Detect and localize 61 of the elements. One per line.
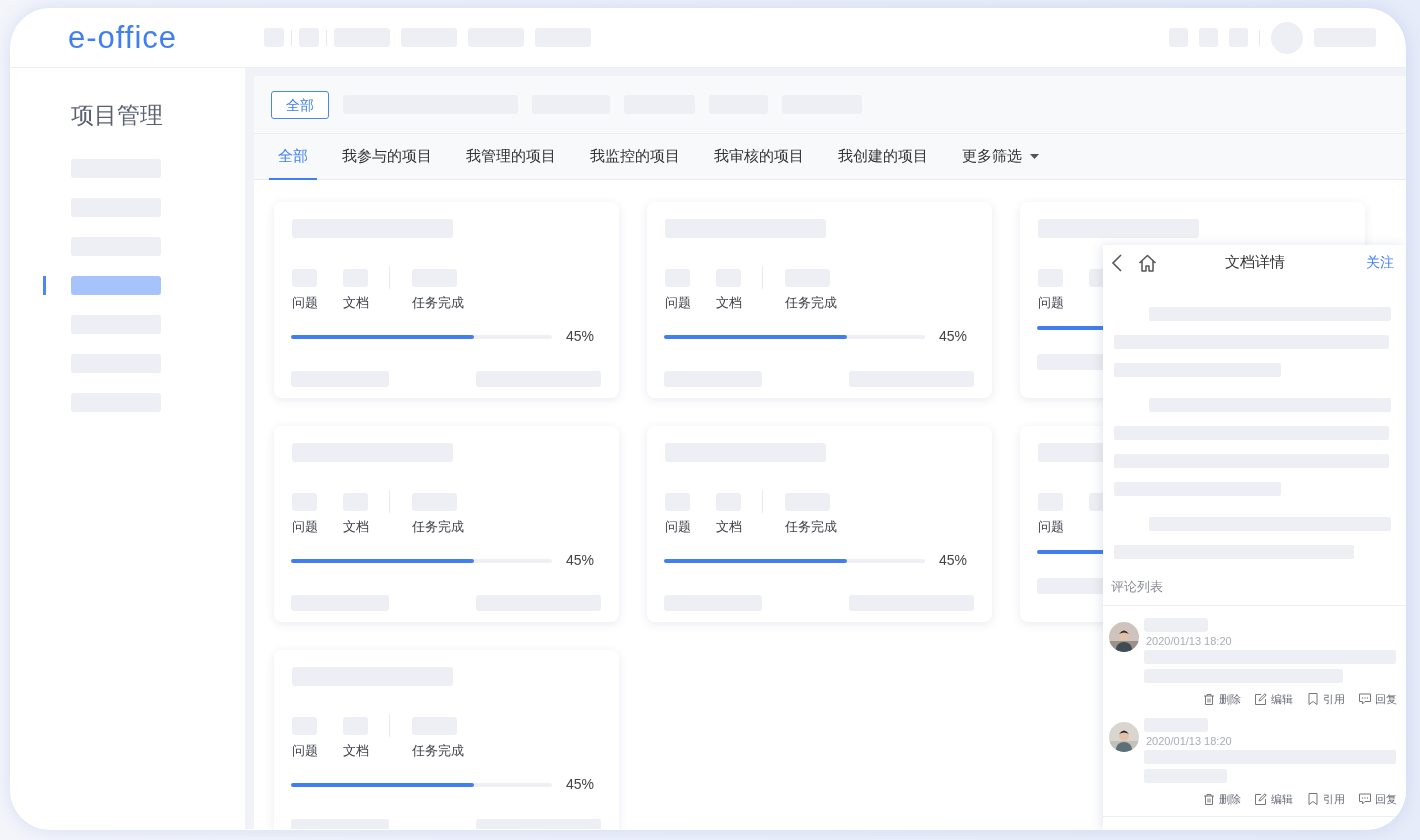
quote-action[interactable]: 引用 [1307,690,1345,707]
project-card[interactable]: 问题 文档 任务完成 45% [647,202,992,398]
home-icon[interactable] [1138,253,1157,272]
edit-icon [1255,793,1267,806]
progress-percent: 45% [566,775,595,794]
reply-action[interactable]: 回复 [1359,690,1397,707]
stat-label: 问题 [665,295,692,310]
back-icon[interactable] [1111,253,1123,272]
project-card[interactable]: 问题 文档 任务完成 45% [647,426,992,622]
comment-time: 2020/01/13 18:20 [1146,735,1233,748]
comment-icon [1359,692,1371,705]
stat-label: 任务完成 [412,519,465,534]
stat-label: 问题 [1038,295,1065,310]
comment-icon [1359,793,1371,806]
progress-percent: 45% [566,551,595,570]
comments-heading: 评论列表 [1103,573,1406,606]
progress-percent: 45% [566,327,595,346]
sidebar-title: 项目管理 [70,101,164,130]
sidebar-item[interactable] [71,275,161,295]
tab[interactable]: 我监控的项目 [581,134,689,180]
stat-label: 文档 [716,519,743,534]
bookmark-icon [1307,793,1319,806]
project-card[interactable]: 问题 文档 任务完成 45% [274,202,619,398]
logo[interactable]: e-office [68,22,264,53]
stat-label: 文档 [716,295,743,310]
trash-icon [1203,692,1215,705]
project-card[interactable]: 问题 文档 任务完成 45% [274,426,619,622]
tab[interactable]: 我创建的项目 [829,134,937,180]
quote-action[interactable]: 引用 [1307,791,1345,808]
tab[interactable]: 我管理的项目 [457,134,565,180]
dropdown-tab[interactable]: 更多筛选 [953,134,1048,180]
progress-percent: 45% [939,551,968,570]
stat-label: 文档 [343,743,370,758]
stat-label: 问题 [292,295,319,310]
caret-icon [1030,153,1039,159]
stat-label: 任务完成 [412,743,465,758]
panel-title: 文档详情 [1224,253,1285,271]
project-card[interactable]: 问题 文档 任务完成 45% [274,650,619,829]
trash-icon [1203,793,1215,806]
stat-label: 问题 [1038,519,1065,534]
tab[interactable]: 我参与的项目 [333,134,441,180]
stat-label: 文档 [343,295,370,310]
follow-link[interactable]: 关注 [1366,252,1394,273]
stat-label: 问题 [292,519,319,534]
edit-action[interactable]: 编辑 [1255,791,1293,808]
filter-button[interactable]: 全部 [271,90,329,119]
delete-action[interactable]: 删除 [1203,690,1241,707]
edit-action[interactable]: 编辑 [1255,690,1293,707]
edit-icon [1255,692,1267,705]
reply-action[interactable]: 回复 [1359,791,1397,808]
stat-label: 任务完成 [785,519,838,534]
comment-time: 2020/01/13 18:20 [1146,634,1233,648]
stat-label: 问题 [292,743,319,758]
tab[interactable]: 我审核的项目 [705,134,813,180]
bookmark-icon [1307,692,1319,705]
stat-label: 任务完成 [785,295,838,310]
stat-label: 任务完成 [412,295,465,310]
progress-percent: 45% [939,327,968,346]
stat-label: 问题 [665,519,692,534]
delete-action[interactable]: 删除 [1203,791,1241,808]
stat-label: 文档 [343,519,370,534]
